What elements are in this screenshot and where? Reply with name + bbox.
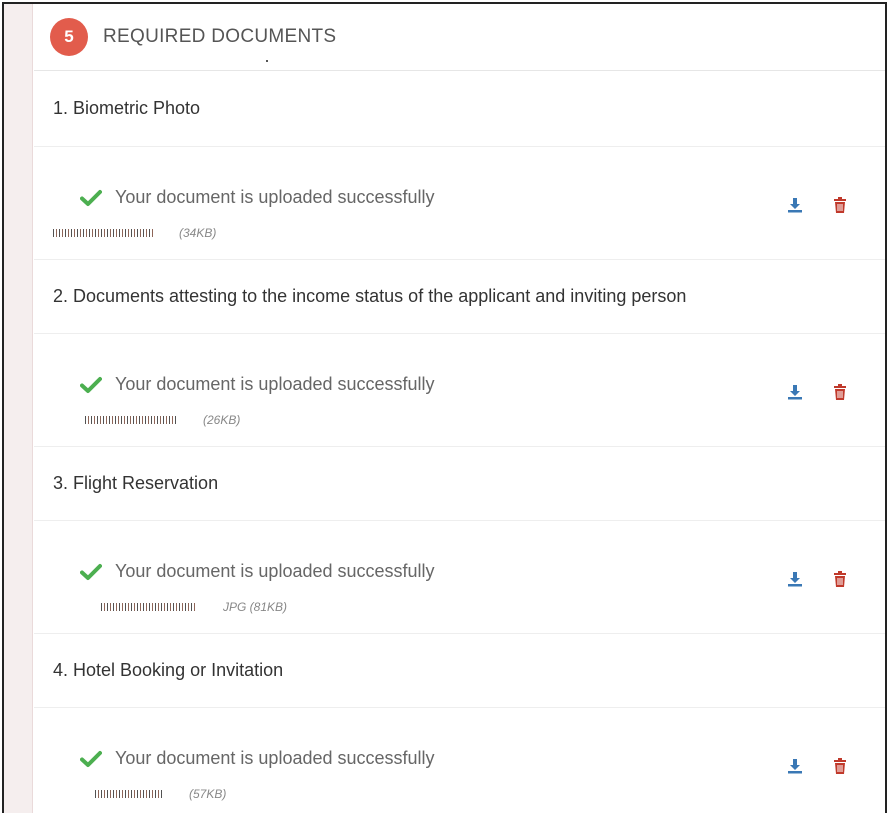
upload-status: Your document is uploaded successfully [80, 748, 435, 769]
file-actions [787, 197, 847, 213]
file-size: (34KB) [179, 226, 217, 240]
upload-status-text: Your document is uploaded successfully [115, 187, 435, 207]
document-title: 1. Biometric Photo [34, 71, 885, 147]
trash-icon[interactable] [833, 758, 847, 774]
upload-status-text: Your document is uploaded successfully [115, 561, 435, 581]
file-size: JPG (81KB) [223, 600, 288, 614]
download-icon[interactable] [787, 571, 803, 587]
file-actions [787, 758, 847, 774]
file-info: (26KB) [85, 413, 240, 427]
check-icon [80, 376, 102, 393]
file-actions [787, 571, 847, 587]
document-upload-row: Your document is uploaded successfully J… [34, 521, 885, 634]
upload-status-text: Your document is uploaded successfully [115, 748, 435, 768]
document-title: 2. Documents attesting to the income sta… [34, 260, 885, 334]
file-info: JPG (81KB) [101, 600, 287, 614]
trash-icon[interactable] [833, 197, 847, 213]
stray-dot [266, 60, 268, 62]
side-stripe [4, 4, 33, 813]
check-icon [80, 189, 102, 206]
download-icon[interactable] [787, 758, 803, 774]
app-frame: 5 REQUIRED DOCUMENTS 1. Biometric Photo … [2, 2, 887, 813]
download-icon[interactable] [787, 197, 803, 213]
download-icon[interactable] [787, 384, 803, 400]
trash-icon[interactable] [833, 571, 847, 587]
section-header: 5 REQUIRED DOCUMENTS [34, 4, 885, 71]
check-icon [80, 563, 102, 580]
required-documents-panel: 5 REQUIRED DOCUMENTS 1. Biometric Photo … [34, 4, 885, 813]
check-icon [80, 750, 102, 767]
step-badge: 5 [50, 18, 88, 56]
file-name[interactable] [101, 603, 197, 611]
document-title: 3. Flight Reservation [34, 447, 885, 521]
trash-icon[interactable] [833, 384, 847, 400]
file-info: (34KB) [53, 226, 216, 240]
file-name[interactable] [53, 229, 153, 237]
document-upload-row: Your document is uploaded successfully (… [34, 334, 885, 447]
upload-status: Your document is uploaded successfully [80, 374, 435, 395]
upload-status-text: Your document is uploaded successfully [115, 374, 435, 394]
file-size: (26KB) [203, 413, 241, 427]
section-title: REQUIRED DOCUMENTS [103, 26, 337, 47]
upload-status: Your document is uploaded successfully [80, 187, 435, 208]
document-upload-row: Your document is uploaded successfully (… [34, 147, 885, 260]
document-upload-row: Your document is uploaded successfully (… [34, 708, 885, 813]
file-name[interactable] [85, 416, 177, 424]
file-info: (57KB) [95, 787, 226, 801]
upload-status: Your document is uploaded successfully [80, 561, 435, 582]
document-title: 4. Hotel Booking or Invitation [34, 634, 885, 708]
file-size: (57KB) [189, 787, 227, 801]
file-actions [787, 384, 847, 400]
file-name[interactable] [95, 790, 163, 798]
